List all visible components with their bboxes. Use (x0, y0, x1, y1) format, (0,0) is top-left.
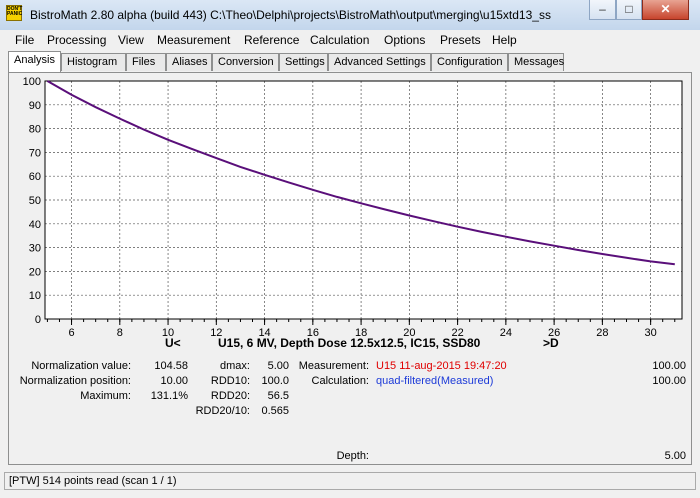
dmax-value: 5.00 (267, 360, 289, 372)
dmax-label: dmax: (220, 360, 250, 372)
chart-title: U15, 6 MV, Depth Dose 12.5x12.5, IC15, S… (218, 336, 481, 350)
measurement-percent: 100.00 (652, 360, 686, 372)
rdd10-label: RDD10: (210, 375, 250, 387)
depth-dose-chart: 6 8 10 12 14 16 18 20 22 24 26 28 300102030405060708… (23, 76, 683, 339)
y-tick-label: 100 (23, 76, 41, 88)
x-tick-label: 6 (68, 327, 74, 339)
measurement-value: U15 11-aug-2015 19:47:20 (376, 360, 507, 372)
status-bar: [PTW] 514 points read (scan 1 / 1) (4, 472, 696, 490)
chart-left-marker: U< (165, 336, 181, 350)
rdd20-label: RDD20: (210, 390, 250, 402)
y-tick-label: 30 (29, 243, 41, 255)
normalization-value-label: Normalization value: (31, 360, 131, 372)
y-tick-label: 40 (29, 219, 41, 231)
chart-right-marker: >D (543, 336, 559, 350)
calculation-label: Calculation: (311, 375, 369, 387)
calculation-value: quad-filtered(Measured) (376, 375, 494, 387)
calculation-percent: 100.00 (652, 375, 686, 387)
rdd2010-value: 0.565 (261, 405, 289, 417)
y-tick-label: 70 (29, 147, 41, 159)
x-tick-label: 8 (117, 327, 123, 339)
maximum-label: Maximum: (80, 390, 131, 402)
y-tick-label: 20 (29, 266, 41, 278)
depth-label: Depth: (336, 450, 369, 462)
y-tick-label: 10 (29, 290, 41, 302)
normalization-position: 10.00 (160, 375, 188, 387)
rdd10-value: 100.0 (261, 375, 289, 387)
x-tick-label: 28 (596, 327, 608, 339)
normalization-value: 104.58 (154, 360, 188, 372)
maximum-value: 131.1% (150, 390, 188, 402)
depth-value: 5.00 (664, 450, 686, 462)
x-tick-label: 24 (500, 327, 512, 339)
y-tick-label: 90 (29, 100, 41, 112)
status-text: [PTW] 514 points read (scan 1 / 1) (9, 475, 177, 487)
y-tick-label: 50 (29, 195, 41, 207)
normalization-position-label: Normalization position: (19, 375, 131, 387)
y-tick-label: 0 (35, 314, 41, 326)
rdd20-value: 56.5 (267, 390, 289, 402)
y-tick-label: 80 (29, 124, 41, 136)
x-tick-label: 30 (645, 327, 657, 339)
rdd2010-label: RDD20/10: (195, 405, 250, 417)
y-tick-label: 60 (29, 171, 41, 183)
measurement-label: Measurement: (298, 360, 369, 372)
